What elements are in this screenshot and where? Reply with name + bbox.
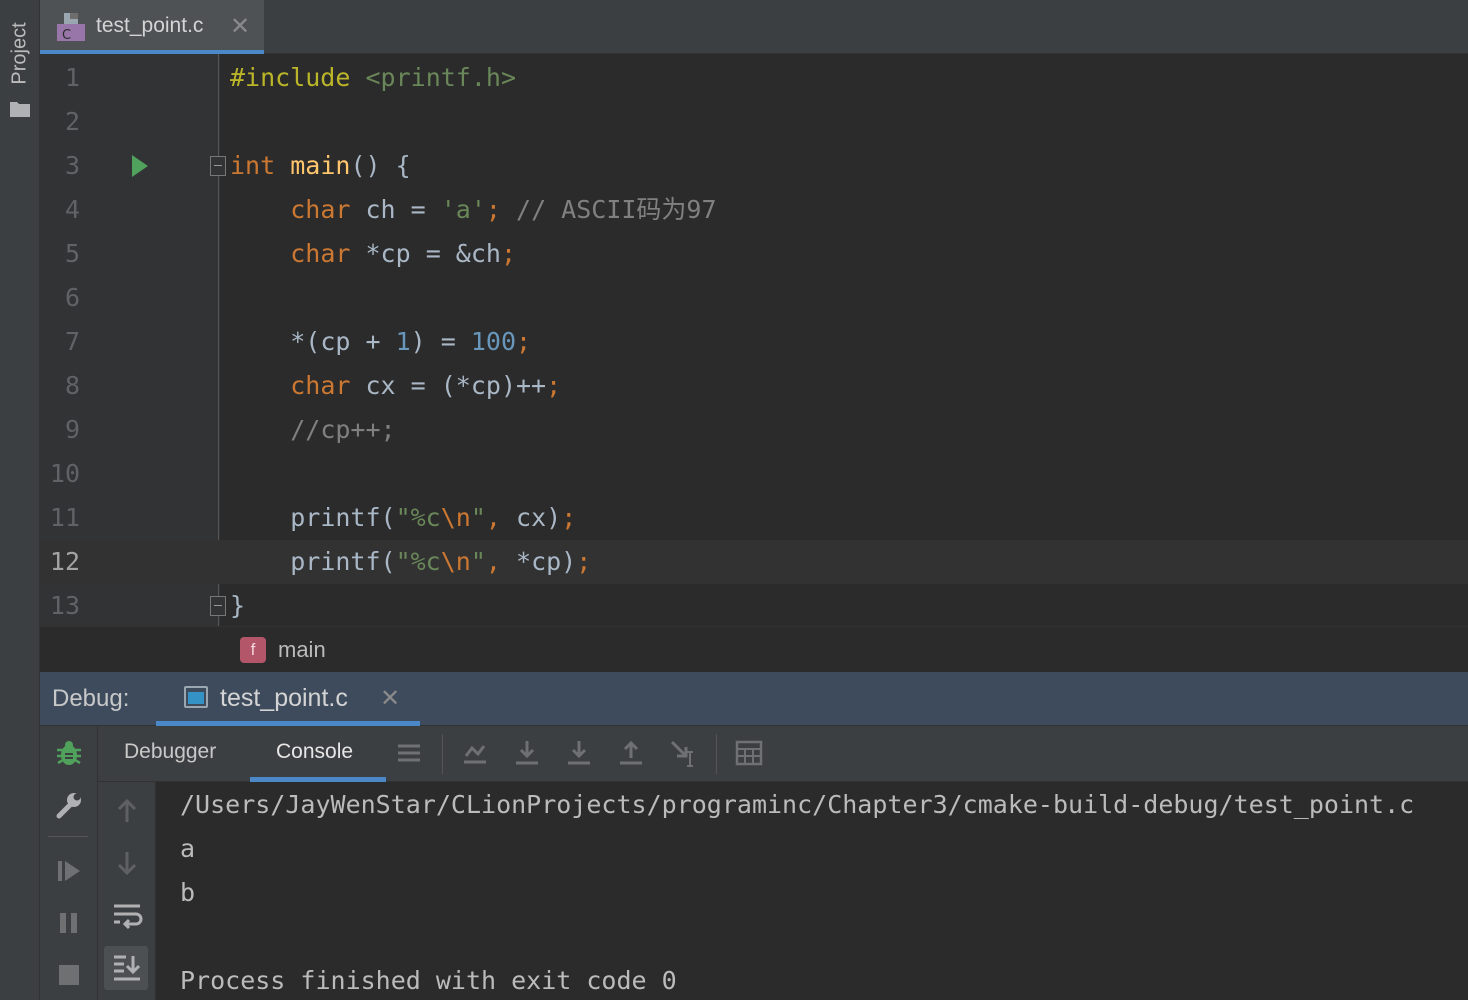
debug-label: Debug:	[52, 685, 130, 712]
close-icon[interactable]: ✕	[230, 12, 250, 41]
line-number: 7	[64, 327, 80, 356]
wrench-icon[interactable]	[54, 790, 84, 820]
svg-text:C: C	[62, 28, 71, 42]
console-line: b	[180, 878, 196, 907]
run-to-cursor-icon[interactable]	[668, 738, 698, 768]
tab-title: test_point.c	[96, 14, 204, 37]
line-number: 2	[64, 107, 80, 136]
code-editor[interactable]: 1 #include <printf.h> 2 3 int main() { 4…	[40, 54, 1468, 626]
window-icon	[184, 686, 208, 708]
code-line: 3 int main() {	[40, 144, 1468, 188]
code-line: 6	[40, 276, 1468, 320]
debug-sub-toolbar: Debugger Console	[98, 726, 1468, 782]
code-line: 5 char *cp = &ch;	[40, 232, 1468, 276]
line-number: 1	[64, 63, 80, 92]
soft-wrap-icon[interactable]	[110, 898, 144, 932]
line-number: 12	[49, 547, 80, 576]
toolbar-separator	[442, 734, 443, 774]
debug-tool-window-header: Debug: test_point.c ✕	[40, 672, 1468, 726]
console-line: Process finished with exit code 0	[180, 966, 677, 995]
line-number: 10	[49, 459, 80, 488]
line-number: 9	[64, 415, 80, 444]
line-number: 8	[64, 371, 80, 400]
code-line: 4 char ch = 'a'; // ASCII码为97	[40, 188, 1468, 232]
step-over-icon[interactable]	[512, 738, 542, 768]
evaluate-expression-icon[interactable]	[734, 738, 764, 768]
code-line-current: 12 printf("%c\n", *cp);	[40, 540, 1468, 584]
function-icon: f	[240, 637, 266, 663]
scroll-to-end-icon	[114, 955, 141, 981]
fold-icon[interactable]	[210, 596, 226, 616]
console-line: a	[180, 834, 196, 863]
resume-icon[interactable]	[54, 856, 84, 886]
bug-icon[interactable]	[54, 738, 84, 768]
breadcrumb-item-main[interactable]: main	[278, 637, 326, 663]
step-out-icon[interactable]	[616, 738, 646, 768]
console-line: /Users/JayWenStar/CLionProjects/programi…	[180, 790, 1415, 819]
code-line: 10	[40, 452, 1468, 496]
code-line: 9 //cp++;	[40, 408, 1468, 452]
toolbar-divider	[48, 836, 88, 837]
code-line: 13 }	[40, 584, 1468, 628]
menu-lines-icon[interactable]	[394, 738, 424, 768]
debug-session-title: test_point.c	[220, 684, 348, 712]
c-file-icon: C	[57, 13, 85, 42]
console-side-toolbar	[98, 782, 156, 1000]
line-number: 3	[64, 151, 80, 180]
breadcrumb: f main	[40, 626, 1468, 672]
close-icon[interactable]: ✕	[380, 684, 400, 713]
code-line: 11 printf("%c\n", cx);	[40, 496, 1468, 540]
line-number: 6	[64, 283, 80, 312]
code-line: 1 #include <printf.h>	[40, 56, 1468, 100]
fold-icon[interactable]	[210, 156, 226, 176]
code-line: 7 *(cp + 1) = 100;	[40, 320, 1468, 364]
editor-tab-bar: C test_point.c ✕	[40, 0, 1468, 54]
toolbar-separator	[716, 734, 717, 774]
debug-left-toolbar	[40, 726, 98, 1000]
code-line: 2	[40, 100, 1468, 144]
line-number: 13	[49, 591, 80, 620]
show-execution-point-icon[interactable]	[460, 738, 490, 768]
tab-debugger[interactable]: Debugger	[124, 740, 216, 764]
stop-icon[interactable]	[54, 960, 84, 990]
pause-icon[interactable]	[54, 908, 84, 938]
console-output[interactable]: /Users/JayWenStar/CLionProjects/programi…	[156, 782, 1468, 1000]
code-line: 8 char cx = (*cp)++;	[40, 364, 1468, 408]
line-number: 4	[64, 195, 80, 224]
arrow-down-icon[interactable]	[110, 846, 144, 880]
editor-tab-test-point-c[interactable]: C test_point.c ✕	[40, 0, 264, 54]
debug-session-tab[interactable]: test_point.c ✕	[156, 672, 420, 726]
project-tool-strip: Project	[0, 0, 40, 1000]
step-into-icon[interactable]	[564, 738, 594, 768]
line-number: 5	[64, 239, 80, 268]
project-label: Project	[8, 22, 31, 85]
arrow-up-icon[interactable]	[110, 794, 144, 828]
run-icon[interactable]	[132, 155, 148, 177]
project-tool-button[interactable]: Project	[6, 16, 34, 96]
folder-icon	[10, 102, 30, 117]
tab-console[interactable]: Console	[276, 740, 353, 764]
line-number: 11	[49, 503, 80, 532]
